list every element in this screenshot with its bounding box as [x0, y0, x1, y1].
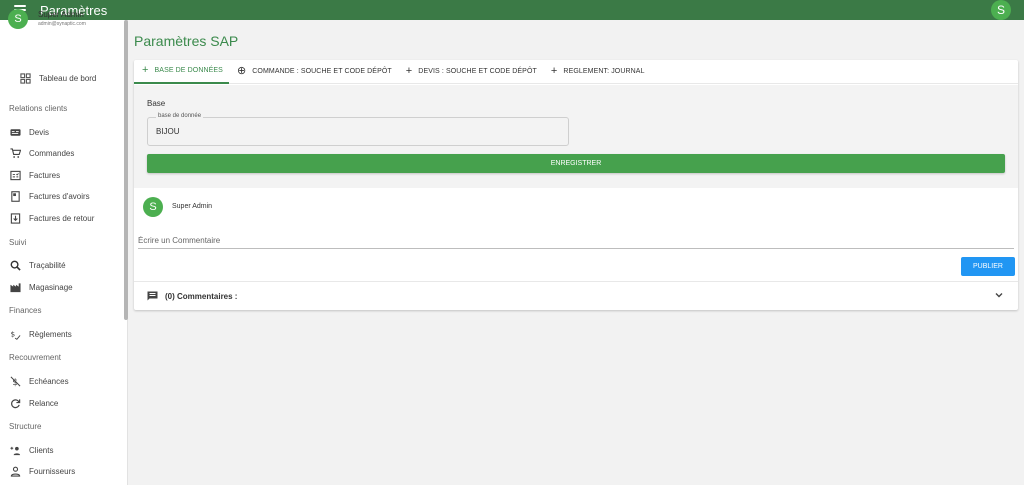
search-icon — [9, 259, 21, 271]
tab-bar: + BASE DE DONNÉES ⊕ COMMANDE : SOUCHE ET… — [134, 60, 1018, 84]
cart-icon — [9, 147, 21, 159]
refresh-icon — [9, 397, 21, 409]
factory-icon — [9, 281, 21, 293]
sidebar-item-clients[interactable]: Clients — [9, 444, 53, 456]
sidebar-item-label: Clients — [29, 445, 54, 455]
sidebar-item-label: Fournisseurs — [29, 466, 76, 476]
user-email: admin@synaptic.com — [38, 21, 86, 27]
person-icon — [9, 465, 21, 477]
sidebar-item-magasinage[interactable]: Magasinage — [9, 281, 73, 293]
return-invoice-icon — [9, 212, 21, 224]
sidebar-item-factures-retour[interactable]: Factures de retour — [9, 212, 94, 224]
sidebar-item-label: Factures — [29, 170, 61, 180]
sidebar-item-label: Règlements — [29, 329, 72, 339]
tab-reglement[interactable]: + REGLEMENT: JOURNAL — [543, 60, 651, 84]
credit-note-icon — [9, 190, 21, 202]
comment-input[interactable] — [138, 233, 1014, 249]
sidebar-item-reglements[interactable]: $ Règlements — [9, 328, 72, 340]
comment-icon — [147, 291, 158, 301]
tab-commande[interactable]: ⊕ COMMANDE : SOUCHE ET CODE DÉPÔT — [229, 60, 398, 84]
tab-label: REGLEMENT: JOURNAL — [563, 68, 645, 75]
plus-icon: + — [550, 65, 558, 77]
quote-card-icon — [9, 126, 21, 138]
comments-count-label: (0) Commentaires : — [165, 292, 238, 301]
settings-card: + BASE DE DONNÉES ⊕ COMMANDE : SOUCHE ET… — [134, 60, 1018, 310]
tab-label: COMMANDE : SOUCHE ET CODE DÉPÔT — [252, 68, 392, 75]
user-profile: S Super Admin admin@synaptic.com — [8, 9, 86, 29]
sidebar — [0, 20, 128, 485]
user-name: Super Admin — [38, 10, 84, 19]
sidebar-item-tracabilite[interactable]: Traçabilité — [9, 259, 66, 271]
avatar: S — [143, 197, 163, 217]
comment-user-name: Super Admin — [172, 203, 213, 210]
sidebar-item-label: Commandes — [29, 148, 75, 158]
sidebar-scrollbar[interactable] — [124, 20, 128, 320]
save-button[interactable]: ENREGISTRER — [147, 154, 1005, 173]
panel-heading: Base — [147, 99, 166, 108]
avatar: S — [8, 9, 28, 29]
tab-base-de-donnees[interactable]: + BASE DE DONNÉES — [134, 60, 229, 84]
sidebar-item-label: Devis — [29, 127, 50, 137]
sidebar-item-label: Tableau de bord — [39, 73, 97, 83]
tab-devis[interactable]: + DEVIS : SOUCHE ET CODE DÉPÔT — [398, 60, 543, 84]
page-title: Paramètres SAP — [134, 33, 239, 49]
plus-icon: + — [405, 65, 413, 77]
account-avatar[interactable]: S — [991, 0, 1011, 20]
tab-label: BASE DE DONNÉES — [154, 67, 223, 74]
section-title-relations-clients: Relations clients — [9, 104, 68, 113]
publish-button[interactable]: PUBLIER — [961, 257, 1015, 276]
section-title-suivi: Suivi — [9, 238, 27, 247]
sidebar-item-factures-avoirs[interactable]: Factures d'avoirs — [9, 190, 90, 202]
dashboard-icon — [19, 72, 31, 84]
sidebar-item-label: Factures de retour — [29, 213, 95, 223]
plus-circle-icon: ⊕ — [236, 65, 247, 77]
database-input[interactable] — [156, 127, 556, 136]
sidebar-item-fournisseurs[interactable]: Fournisseurs — [9, 465, 75, 477]
svg-text:$: $ — [10, 329, 15, 338]
sidebar-item-echeances[interactable]: $ Echéances — [9, 375, 69, 387]
top-app-bar: Paramètres S — [0, 0, 1024, 20]
invoice-icon — [9, 169, 21, 181]
section-title-structure: Structure — [9, 422, 42, 431]
section-title-recouvrement: Recouvrement — [9, 353, 62, 362]
sidebar-item-label: Relance — [29, 398, 59, 408]
tab-panel-base: Base base de donnée ENREGISTRER — [134, 85, 1018, 188]
sidebar-item-relance[interactable]: Relance — [9, 397, 58, 409]
sidebar-item-dashboard[interactable]: Tableau de bord — [19, 72, 96, 84]
sidebar-item-devis[interactable]: Devis — [9, 126, 49, 138]
comments-accordion[interactable]: (0) Commentaires : — [134, 281, 1018, 310]
sidebar-item-label: Magasinage — [29, 282, 73, 292]
database-field: base de donnée — [147, 113, 569, 146]
sidebar-item-label: Traçabilité — [29, 260, 66, 270]
section-title-finances: Finances — [9, 306, 42, 315]
sidebar-item-commandes[interactable]: Commandes — [9, 147, 74, 159]
plus-icon: + — [142, 64, 149, 76]
add-person-icon — [9, 444, 21, 456]
money-off-icon: $ — [9, 375, 21, 387]
tab-label: DEVIS : SOUCHE ET CODE DÉPÔT — [418, 68, 537, 75]
payment-icon: $ — [9, 328, 21, 340]
chevron-down-icon[interactable] — [994, 290, 1004, 300]
sidebar-item-label: Factures d'avoirs — [29, 191, 90, 201]
sidebar-item-label: Echéances — [29, 376, 69, 386]
database-field-label: base de donnée — [156, 113, 204, 119]
sidebar-item-factures[interactable]: Factures — [9, 169, 60, 181]
